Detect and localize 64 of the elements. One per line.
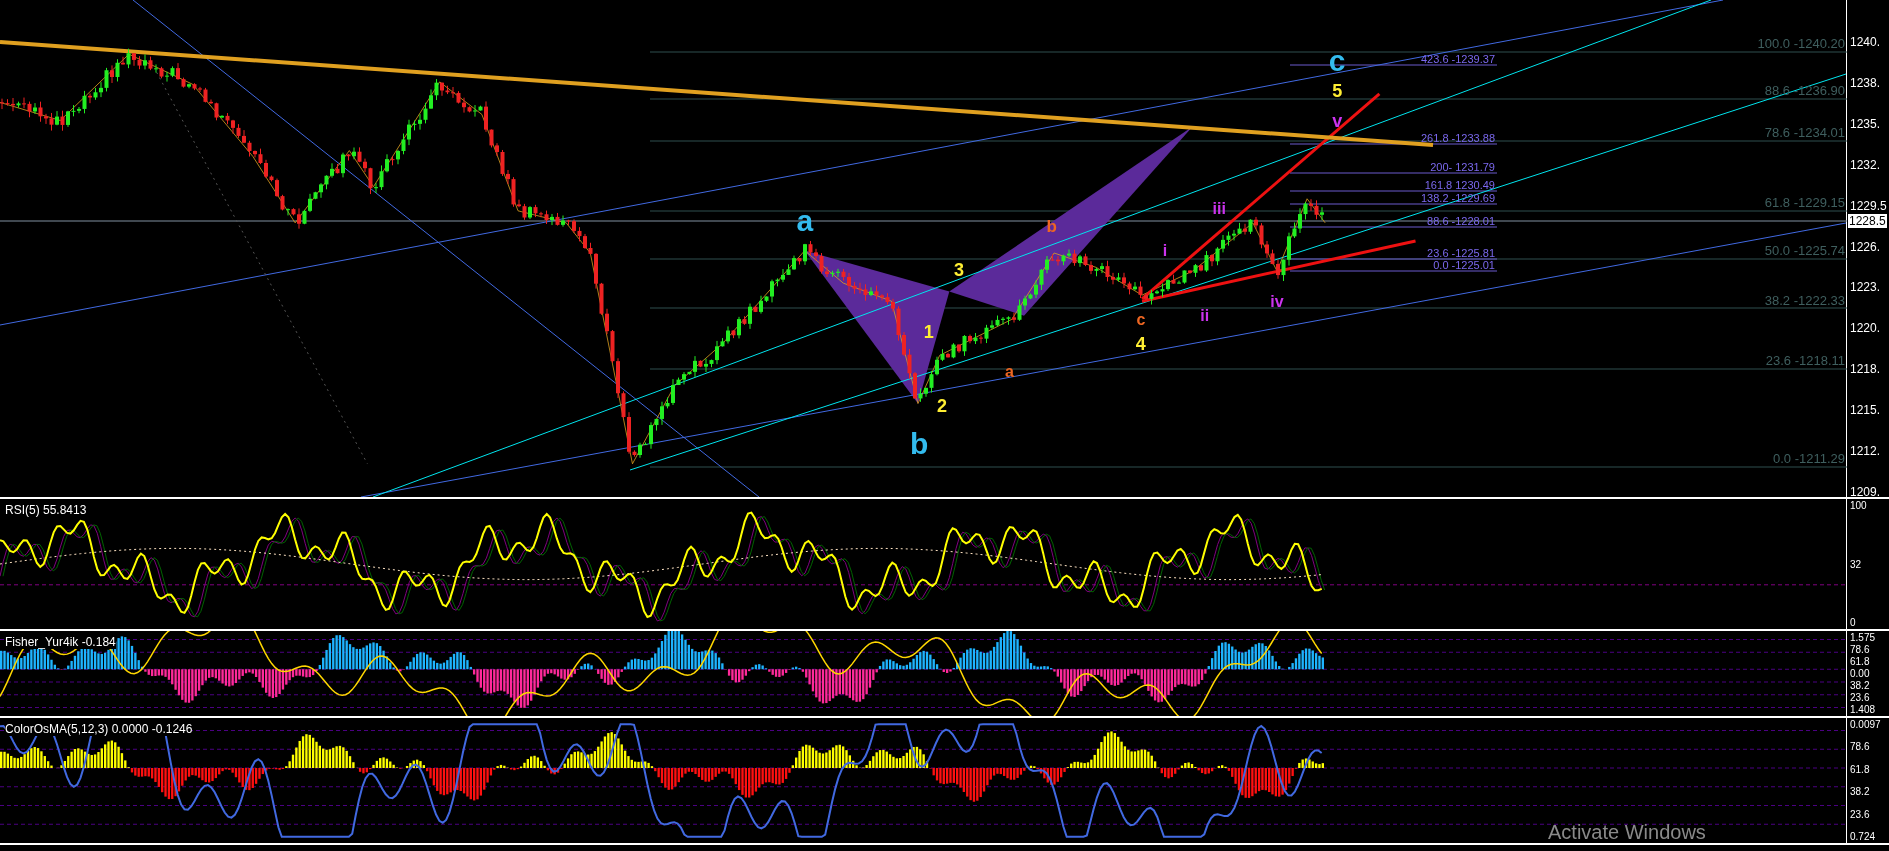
fib-level-label: 0.0 -1211.29	[1772, 451, 1845, 466]
wave-label: c	[1136, 310, 1146, 328]
wave-label: i	[1162, 242, 1168, 260]
fib-level-label: 50.0 -1225.74	[1764, 243, 1845, 258]
wave-label: iii	[1212, 200, 1226, 217]
indicator-title: RSI(5) 55.8413	[5, 503, 87, 517]
price-axis-label: 1220.	[1850, 321, 1881, 335]
indicator-axis-label: 61.8	[1849, 763, 1871, 775]
indicator-axis-label: 0.724	[1849, 830, 1877, 842]
price-axis-label: 1232.	[1850, 158, 1881, 172]
indicator-title: Fisher_Yur4ik -0.184	[5, 635, 116, 649]
fib-level-label: 23.6 -1218.11	[1765, 353, 1845, 368]
price-axis-label: 1240.	[1850, 35, 1881, 49]
indicator-axis-label: 32	[1849, 558, 1863, 570]
wave-label: a	[796, 203, 814, 237]
indicator-axis-label: 61.8	[1849, 656, 1871, 667]
price-axis-label: 1223.	[1850, 280, 1881, 294]
price-axis-label: 1226.	[1850, 240, 1881, 254]
indicator-axis-label: 1.408	[1849, 704, 1877, 715]
price-axis-label: 1238.	[1850, 76, 1881, 90]
activation-watermark: Activate Windows	[1548, 820, 1706, 844]
wave-label: 3	[953, 260, 964, 281]
fib-extension-label: 423.6 -1239.37	[1421, 53, 1495, 65]
indicator-axis-label: 38.2	[1849, 680, 1871, 691]
fib-level-label: 78.6 -1234.01	[1764, 125, 1845, 140]
fib-extension-label: 88.6 -1228.01	[1427, 215, 1495, 227]
wave-label: a	[1005, 362, 1014, 380]
fib-extension-label: 161.8 1230.49	[1424, 179, 1495, 191]
price-axis-label: 1215.	[1850, 403, 1881, 417]
wave-label: 4	[1135, 333, 1146, 354]
wave-label: 5	[1332, 80, 1343, 101]
fib-extension-label: 23.6 -1225.81	[1427, 247, 1495, 259]
indicator-axis-label: 100	[1849, 500, 1868, 511]
fib-extension-label: 261.8 -1233.88	[1421, 132, 1495, 144]
wave-label: 1	[923, 321, 934, 342]
fib-level-label: 88.6 -1236.90	[1764, 83, 1845, 98]
wave-label: ii	[1200, 307, 1210, 325]
current-price-label: 1228.5	[1848, 214, 1887, 228]
indicator-axis-label: 0.00	[1849, 668, 1871, 679]
indicator-axis-label: 1.575	[1849, 632, 1877, 643]
indicator-axis-label: 78.6	[1849, 644, 1871, 655]
fib-level-label: 38.2 -1222.33	[1764, 293, 1845, 308]
indicator-axis-label: 38.2	[1849, 786, 1871, 798]
price-axis-label: 1235.	[1850, 117, 1881, 131]
wave-label: c	[1328, 43, 1346, 77]
price-axis-label: 1218.	[1850, 362, 1881, 376]
wave-label: iv	[1270, 292, 1284, 310]
price-axis-label: 1212.	[1850, 444, 1881, 458]
indicator-axis-label: 23.6	[1849, 808, 1871, 820]
indicator-axis-label: 0.0097	[1849, 719, 1882, 730]
wave-label: b	[910, 426, 929, 460]
fib-extension-label: 200- 1231.79	[1430, 161, 1495, 173]
wave-label: v	[1332, 110, 1343, 131]
fib-level-label: 100.0 -1240.20	[1757, 36, 1845, 51]
price-axis-label: 1209.	[1850, 485, 1881, 499]
wave-label: b	[1046, 217, 1057, 237]
indicator-axis-label: 78.6	[1849, 741, 1871, 753]
fib-extension-label: 0.0 -1225.01	[1433, 259, 1495, 271]
indicator-axis-label: 0	[1849, 617, 1857, 628]
indicator-axis-label: 23.6	[1849, 692, 1871, 703]
price-axis-label: 1229.5	[1850, 199, 1887, 213]
indicator-title: ColorOsMA(5,12,3) 0.0000 -0.1246	[5, 722, 193, 736]
wave-label: 2	[937, 396, 948, 417]
fib-level-label: 61.8 -1229.15	[1764, 195, 1845, 210]
